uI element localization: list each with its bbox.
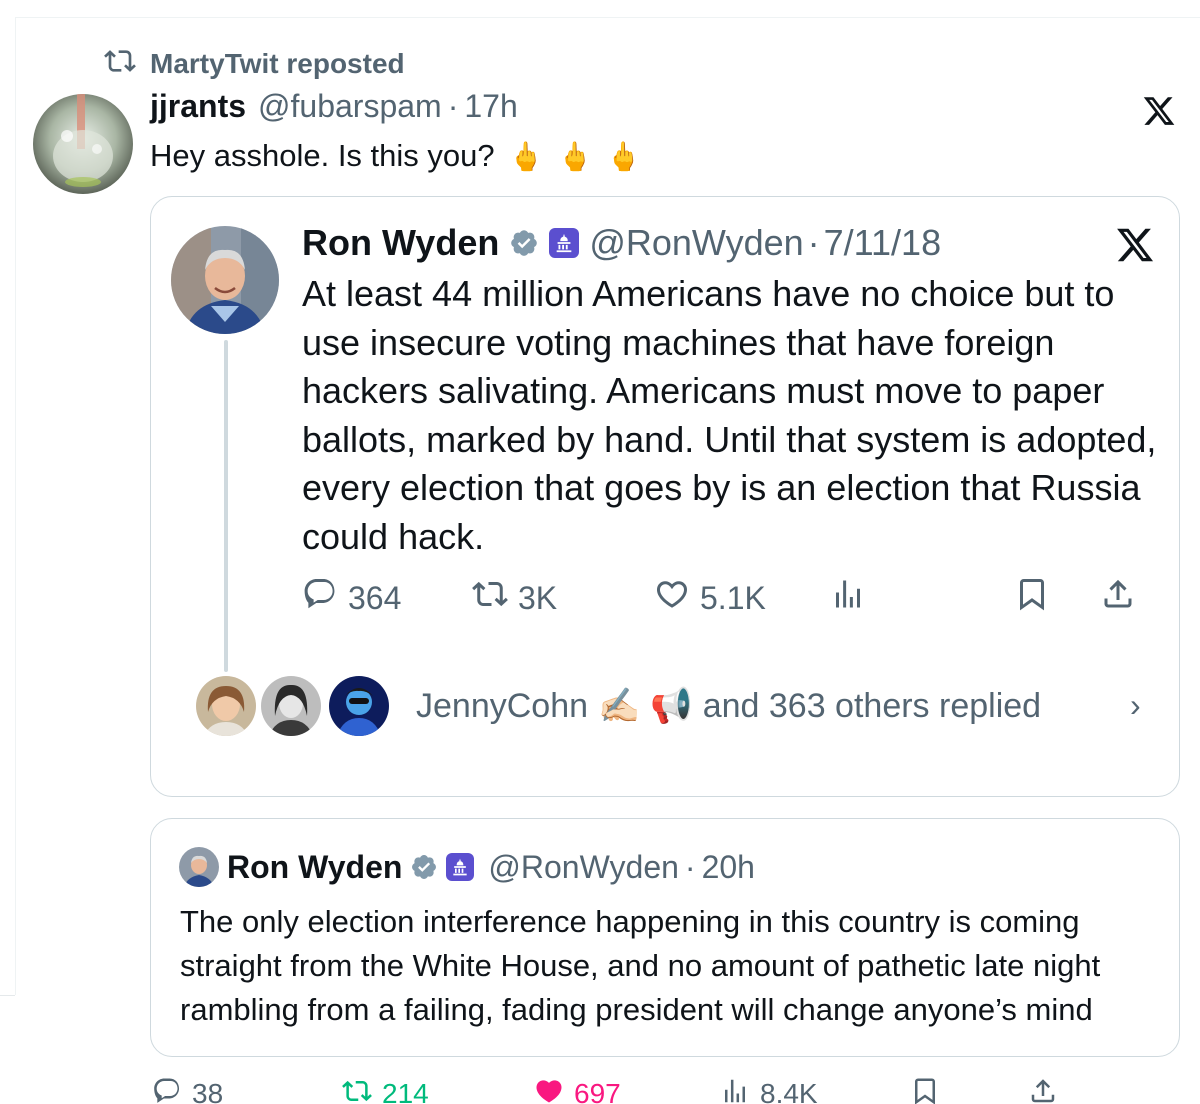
separator: · xyxy=(447,88,459,124)
avatar[interactable] xyxy=(179,847,219,887)
repost-context[interactable]: MartyTwit reposted xyxy=(104,46,405,82)
share-button[interactable] xyxy=(1028,1076,1058,1104)
heart-icon xyxy=(534,1076,564,1104)
repost-count: 214 xyxy=(382,1078,429,1104)
x-logo-icon xyxy=(1142,94,1176,133)
tweet-action-bar: 38 214 697 8.4K xyxy=(152,1074,1072,1104)
reply-button[interactable]: 38 xyxy=(152,1076,342,1104)
share-button[interactable] xyxy=(1100,576,1136,620)
views-button[interactable]: 8.4K xyxy=(720,1076,910,1104)
capitol-icon xyxy=(446,853,475,881)
views-count: 8.4K xyxy=(760,1078,818,1104)
replied-text: and 363 others replied xyxy=(702,686,1042,725)
handle[interactable]: @fubarspam xyxy=(258,88,442,125)
verified-badge-icon xyxy=(410,853,438,881)
side-divider xyxy=(0,995,15,996)
like-count: 697 xyxy=(574,1078,621,1104)
share-icon xyxy=(1100,576,1136,620)
repost-label: MartyTwit reposted xyxy=(150,48,405,79)
reply-button[interactable]: 364 xyxy=(302,576,472,620)
repost-icon xyxy=(342,1076,372,1104)
replier-names: JennyCohn xyxy=(416,686,589,725)
repost-button[interactable]: 3K xyxy=(472,576,654,620)
reply-icon xyxy=(152,1076,182,1104)
capitol-icon xyxy=(549,228,580,258)
heart-icon xyxy=(654,576,690,620)
views-icon xyxy=(720,1076,750,1104)
chevron-right-icon[interactable]: › xyxy=(1130,687,1141,724)
replier-avatar[interactable] xyxy=(258,673,324,739)
replier-avatar[interactable] xyxy=(193,673,259,739)
quote-text: At least 44 million Americans have no ch… xyxy=(302,273,1157,557)
replier-avatar[interactable] xyxy=(326,673,392,739)
tweet-header: jjrants @fubarspam · 17h xyxy=(150,88,518,130)
verified-badge-icon xyxy=(509,228,539,258)
writing-hand-emoji: ✍🏻 xyxy=(598,687,641,725)
x-logo-icon xyxy=(1115,225,1155,270)
middle-finger-emoji: 🖕 xyxy=(606,140,642,172)
reply-count: 364 xyxy=(348,579,402,616)
repost-button[interactable]: 214 xyxy=(342,1076,534,1104)
like-button[interactable]: 697 xyxy=(534,1076,720,1104)
bookmark-icon xyxy=(910,1076,940,1104)
bookmark-button[interactable] xyxy=(910,1076,1028,1104)
display-name[interactable]: jjrants xyxy=(150,88,246,125)
repost-count: 3K xyxy=(518,579,558,616)
share-icon xyxy=(1028,1076,1058,1104)
views-button[interactable] xyxy=(830,576,1014,620)
reply-icon xyxy=(302,576,338,620)
repost-icon xyxy=(104,45,136,84)
like-count: 5.1K xyxy=(700,579,766,616)
avatar[interactable] xyxy=(33,94,133,194)
middle-finger-emoji: 🖕 xyxy=(557,140,593,172)
replied-summary[interactable]: JennyCohn ✍🏻 📢 and 363 others replied xyxy=(416,684,1041,728)
avatar[interactable] xyxy=(171,226,279,334)
separator: · xyxy=(684,848,696,885)
display-name[interactable]: Ron Wyden xyxy=(227,849,402,886)
reply-count: 38 xyxy=(192,1078,224,1104)
megaphone-emoji: 📢 xyxy=(650,687,693,725)
bookmark-icon xyxy=(1014,576,1050,620)
tweet-text: Hey asshole. Is this you? 🖕 🖕 🖕 xyxy=(150,138,641,174)
tweet-body: Hey asshole. Is this you? xyxy=(150,138,495,173)
quote-header: Ron Wyden @RonWyden · 20h xyxy=(227,845,755,889)
quote-header: Ron Wyden @RonWyden · 7/11/18 xyxy=(302,220,941,266)
thread-line xyxy=(224,340,228,672)
timeline-column-border xyxy=(15,17,16,995)
like-button[interactable]: 5.1K xyxy=(654,576,830,620)
display-name[interactable]: Ron Wyden xyxy=(302,222,499,264)
quote-action-bar: 364 3K 5.1K xyxy=(302,575,1162,621)
quote-text: The only election interference happening… xyxy=(180,904,1101,1027)
handle[interactable]: @RonWyden xyxy=(589,222,803,264)
timestamp[interactable]: 17h xyxy=(464,88,517,125)
timestamp[interactable]: 20h xyxy=(702,849,755,886)
bookmark-button[interactable] xyxy=(1014,576,1100,620)
views-icon xyxy=(830,576,866,620)
timestamp[interactable]: 7/11/18 xyxy=(824,222,941,264)
separator: · xyxy=(807,222,820,263)
timeline-divider xyxy=(16,17,1200,18)
middle-finger-emoji: 🖕 xyxy=(508,140,544,172)
handle[interactable]: @RonWyden xyxy=(488,849,679,886)
repost-icon xyxy=(472,576,508,620)
